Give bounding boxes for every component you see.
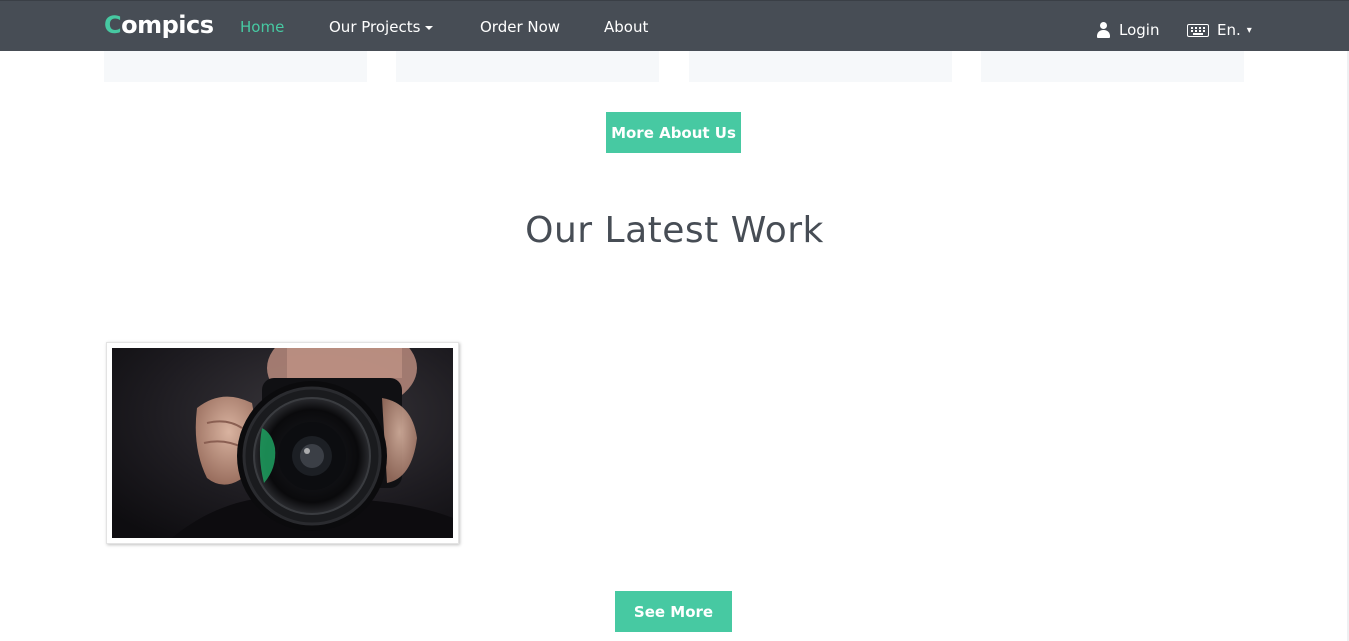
nav-order-now-label: Order Now [480, 18, 561, 36]
more-about-us-label: More About Us [611, 123, 736, 142]
logo-text: ompics [121, 11, 214, 39]
user-icon [1096, 22, 1111, 38]
login-label: Login [1119, 21, 1160, 39]
logo-initial: C [104, 11, 122, 39]
photographer-camera-image [112, 348, 453, 538]
nav-order-now[interactable]: Order Now [480, 18, 560, 36]
nav-about[interactable]: About [604, 18, 648, 36]
nav-home[interactable]: Home [240, 18, 284, 36]
nav-home-label: Home [240, 18, 285, 36]
caret-down-icon: ▾ [1246, 24, 1252, 36]
work-thumbnail-image [112, 348, 453, 538]
see-more-label: See More [633, 602, 714, 621]
nav-about-label: About [604, 18, 649, 36]
more-about-us-button[interactable]: More About Us [606, 112, 741, 153]
see-more-button[interactable]: See More [615, 591, 732, 632]
section-title-latest-work: Our Latest Work [525, 210, 824, 251]
language-selector[interactable]: En. ▾ [1187, 21, 1252, 39]
feature-card [104, 51, 367, 82]
feature-card [981, 51, 1244, 82]
nav-our-projects[interactable]: Our Projects [329, 18, 434, 36]
chevron-down-icon [425, 25, 434, 30]
work-item[interactable] [106, 342, 459, 544]
keyboard-icon [1187, 23, 1209, 37]
nav-our-projects-label: Our Projects [329, 18, 421, 36]
login-link[interactable]: Login [1096, 21, 1159, 39]
language-label: En. [1217, 21, 1241, 39]
feature-card [689, 51, 952, 82]
brand-logo[interactable]: Compics [104, 11, 214, 43]
feature-card [396, 51, 659, 82]
top-navbar: Compics Home Our Projects Order Now Abou… [0, 0, 1349, 51]
